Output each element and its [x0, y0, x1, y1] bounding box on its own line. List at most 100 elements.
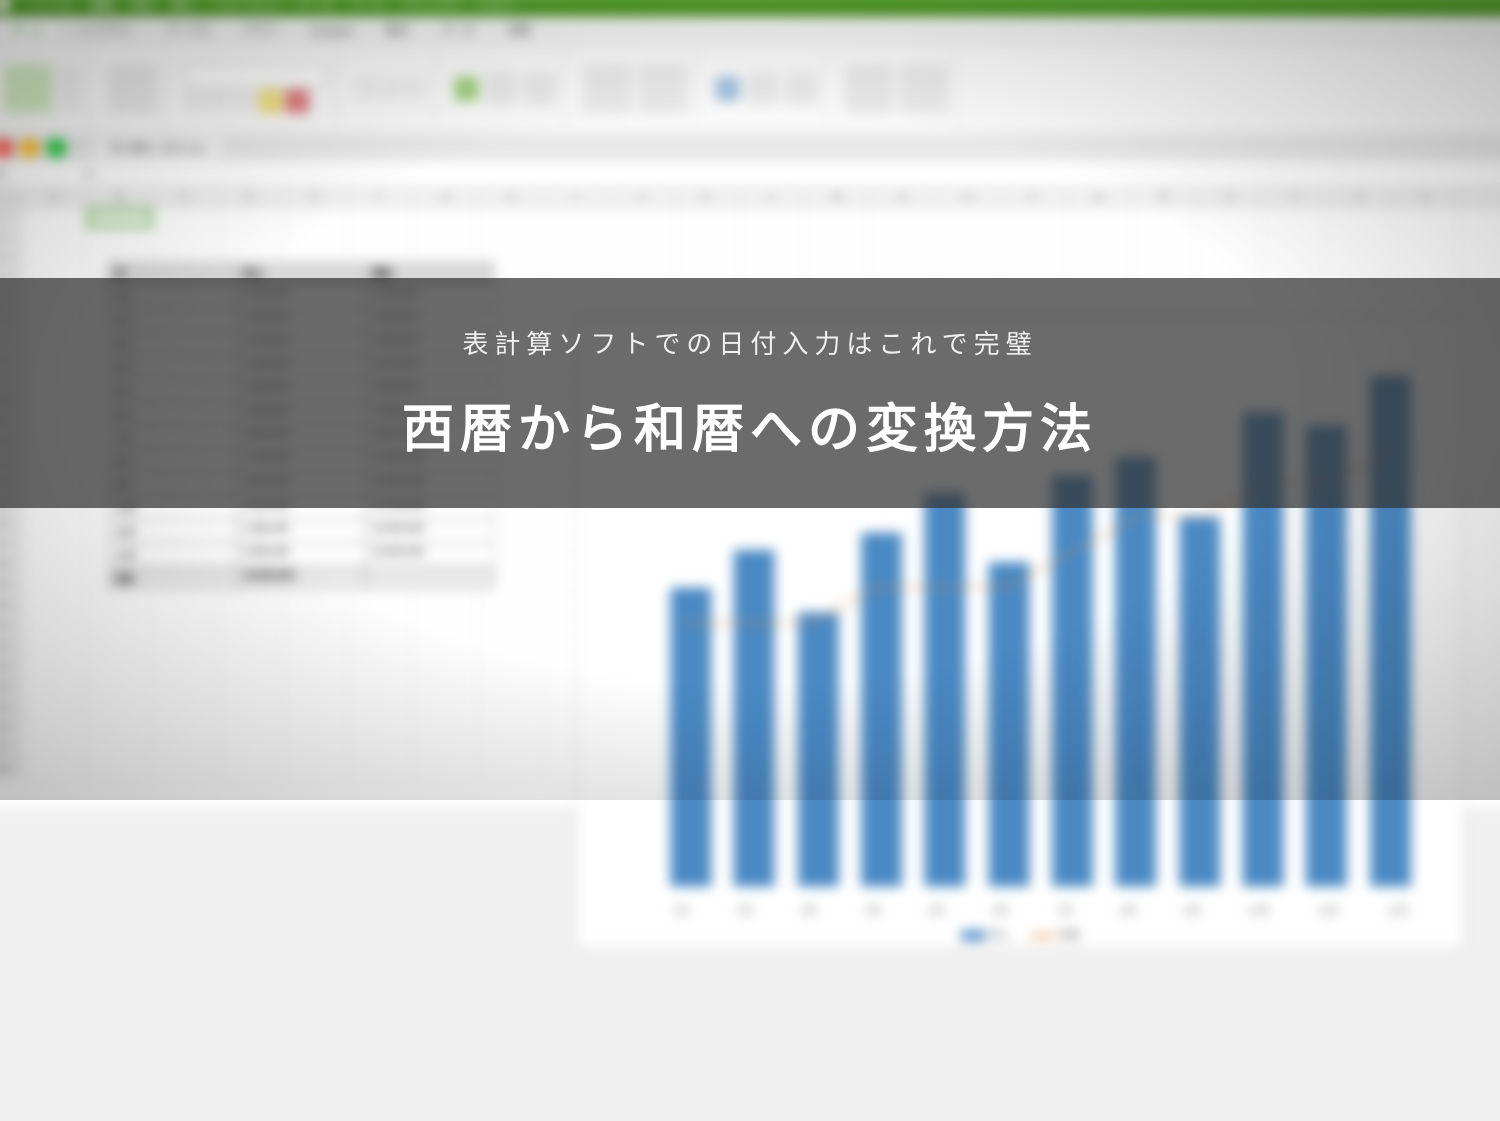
cell[interactable] — [22, 677, 87, 696]
cell[interactable] — [22, 718, 87, 737]
row-header[interactable]: 19 — [0, 575, 22, 594]
cell[interactable] — [348, 637, 413, 656]
row-header[interactable]: 3 — [0, 249, 22, 268]
row-header[interactable]: 26 — [0, 718, 22, 737]
column-header[interactable]: S — [1197, 188, 1262, 207]
cell[interactable] — [413, 208, 478, 227]
cell[interactable] — [870, 229, 935, 248]
row-header[interactable]: 23 — [0, 657, 22, 676]
cell[interactable] — [152, 208, 217, 227]
column-header[interactable]: B — [87, 188, 152, 207]
cell[interactable] — [87, 637, 152, 656]
cell[interactable] — [870, 249, 935, 268]
fx-icon[interactable]: fx — [85, 168, 94, 180]
row-header[interactable]: 17 — [0, 535, 22, 554]
cell[interactable] — [22, 616, 87, 635]
row-header[interactable]: 20 — [0, 596, 22, 615]
cell[interactable] — [413, 229, 478, 248]
format-painter-button[interactable] — [108, 64, 157, 113]
cell[interactable] — [22, 698, 87, 717]
tab-review[interactable]: 校閲 — [493, 18, 544, 42]
cell[interactable] — [22, 739, 87, 758]
cell[interactable] — [675, 208, 740, 227]
cell[interactable] — [152, 718, 217, 737]
menu-insert[interactable]: 挿入 — [173, 0, 195, 12]
cell[interactable] — [87, 229, 152, 248]
menu-edit[interactable]: 編集 — [91, 0, 113, 12]
cell[interactable] — [87, 677, 152, 696]
copy-button[interactable] — [58, 88, 80, 110]
cell[interactable] — [479, 677, 544, 696]
align-left-button[interactable] — [355, 77, 377, 99]
column-header[interactable]: M — [805, 188, 870, 207]
cell[interactable] — [1131, 229, 1196, 248]
cell[interactable] — [348, 677, 413, 696]
cell[interactable] — [218, 637, 283, 656]
cell[interactable] — [413, 739, 478, 758]
tab-tables[interactable]: テーブル — [152, 18, 225, 42]
tab-charts[interactable]: グラフ — [229, 18, 291, 42]
cell[interactable] — [283, 229, 348, 248]
cell[interactable] — [740, 249, 805, 268]
column-header[interactable]: P — [1001, 188, 1066, 207]
column-header[interactable]: N — [870, 188, 935, 207]
menu-window[interactable]: ウィンドウ — [403, 0, 459, 12]
menu-format[interactable]: フォーマット — [213, 0, 280, 12]
menu-view[interactable]: 表示 — [132, 0, 154, 12]
format-cells-button[interactable] — [785, 72, 818, 105]
cell[interactable] — [1001, 249, 1066, 268]
cell[interactable] — [22, 555, 87, 574]
column-header[interactable]: C — [152, 188, 217, 207]
align-center-button[interactable] — [380, 77, 402, 99]
menu-data[interactable]: データ — [299, 0, 333, 12]
cell[interactable] — [218, 759, 283, 778]
cell[interactable] — [544, 208, 609, 227]
menu-tools[interactable]: ツール — [351, 0, 385, 12]
cell[interactable] — [152, 596, 217, 615]
cell[interactable] — [348, 229, 413, 248]
cell[interactable] — [218, 208, 283, 227]
cell[interactable] — [740, 229, 805, 248]
cell[interactable] — [22, 596, 87, 615]
column-header[interactable]: J — [609, 188, 674, 207]
cell[interactable] — [413, 657, 478, 676]
cell[interactable] — [218, 657, 283, 676]
cell[interactable] — [544, 229, 609, 248]
select-all-corner[interactable] — [0, 188, 22, 207]
cell[interactable] — [479, 637, 544, 656]
row-header[interactable]: 2 — [0, 229, 22, 248]
bold-button[interactable] — [185, 88, 207, 110]
cell[interactable] — [609, 229, 674, 248]
cell[interactable] — [1393, 208, 1458, 227]
cell[interactable] — [283, 616, 348, 635]
cell[interactable] — [87, 616, 152, 635]
align-right-button[interactable] — [404, 77, 426, 99]
cell[interactable] — [413, 698, 478, 717]
cell[interactable] — [218, 718, 283, 737]
comma-button[interactable] — [524, 72, 557, 105]
font-select[interactable] — [185, 64, 328, 86]
conditional-format-button[interactable] — [584, 64, 633, 113]
cell[interactable] — [936, 249, 1001, 268]
cell[interactable] — [348, 759, 413, 778]
cell[interactable] — [413, 616, 478, 635]
column-header[interactable]: K — [675, 188, 740, 207]
column-header[interactable]: O — [936, 188, 1001, 207]
cell[interactable] — [152, 739, 217, 758]
cell[interactable] — [87, 596, 152, 615]
cell[interactable] — [1001, 229, 1066, 248]
cell[interactable] — [218, 698, 283, 717]
cell[interactable] — [413, 637, 478, 656]
cell[interactable] — [1393, 229, 1458, 248]
paste-button[interactable] — [3, 64, 52, 113]
row-header[interactable]: 18 — [0, 555, 22, 574]
cell[interactable] — [22, 637, 87, 656]
cell[interactable] — [870, 208, 935, 227]
cell-reference[interactable]: B2 — [0, 168, 75, 180]
cell[interactable] — [1131, 249, 1196, 268]
cell[interactable] — [675, 229, 740, 248]
cell[interactable] — [1001, 208, 1066, 227]
column-header[interactable]: F — [348, 188, 413, 207]
cell[interactable] — [479, 657, 544, 676]
insert-cells-button[interactable] — [715, 76, 739, 100]
